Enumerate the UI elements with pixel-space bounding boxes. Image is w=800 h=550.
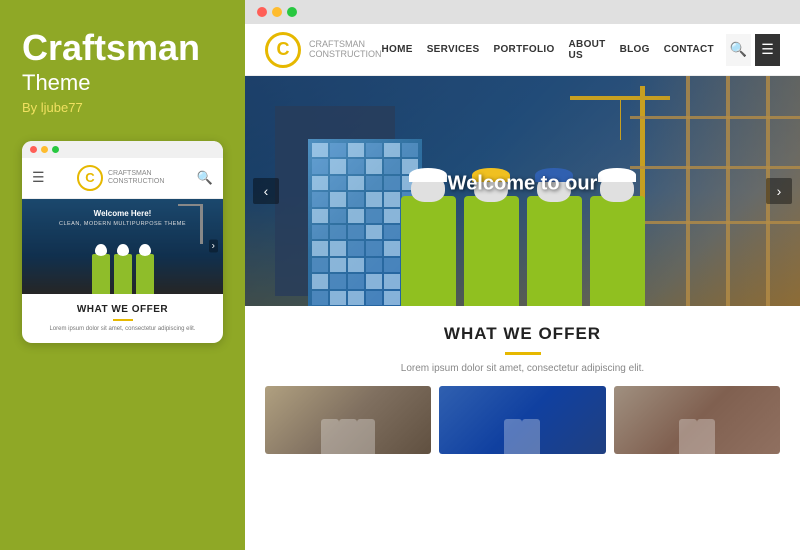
card-person-7 bbox=[697, 419, 715, 454]
hero-worker-4 bbox=[590, 196, 645, 306]
hero-worker-2 bbox=[464, 196, 519, 306]
browser-dot-red bbox=[257, 7, 267, 17]
dot-yellow bbox=[41, 146, 48, 153]
mobile-hero-subtext: CLEAN, MODERN MULTIPURPOSE THEME bbox=[22, 221, 223, 227]
mobile-offer-text: Lorem ipsum dolor sit amet, consectetur … bbox=[32, 325, 213, 333]
browser-dot-yellow bbox=[272, 7, 282, 17]
nav-item-services[interactable]: SERVICES bbox=[427, 44, 480, 55]
offer-card-3 bbox=[614, 386, 780, 454]
hero-arrow-left[interactable]: ‹ bbox=[253, 178, 279, 204]
site-nav: C CRAFTSMAN CONSTRUCTION HOME SERVICES P… bbox=[245, 24, 800, 76]
offer-card-1 bbox=[265, 386, 431, 454]
mobile-worker-1 bbox=[92, 254, 110, 294]
nav-item-home[interactable]: HOME bbox=[382, 44, 413, 55]
mobile-hero: Welcome Here! CLEAN, MODERN MULTIPURPOSE… bbox=[22, 199, 223, 294]
site-offer-section: WHAT WE OFFER Lorem ipsum dolor sit amet… bbox=[245, 306, 800, 386]
website-preview: C CRAFTSMAN CONSTRUCTION HOME SERVICES P… bbox=[245, 24, 800, 550]
site-logo: C CRAFTSMAN CONSTRUCTION bbox=[265, 32, 382, 68]
mobile-preview-card: ☰ C CRAFTSMAN CONSTRUCTION 🔍 Welcome Her… bbox=[22, 141, 223, 343]
left-panel: Craftsman Theme By ljube77 ☰ C CRAFTSMAN… bbox=[0, 0, 245, 550]
card-1-people bbox=[265, 414, 431, 454]
offer-card-2 bbox=[439, 386, 605, 454]
mobile-logo: C CRAFTSMAN CONSTRUCTION bbox=[77, 165, 164, 191]
site-logo-text: CRAFTSMAN CONSTRUCTION bbox=[309, 40, 382, 60]
mobile-card-titlebar bbox=[22, 141, 223, 158]
hero-text-overlay: Welcome to our bbox=[245, 173, 800, 196]
hero-welcome-text: Welcome to our bbox=[245, 173, 800, 196]
mobile-hero-text: Welcome Here! bbox=[22, 209, 223, 218]
mobile-logo-text: CRAFTSMAN CONSTRUCTION bbox=[108, 170, 164, 185]
theme-title: Craftsman bbox=[22, 28, 223, 68]
browser-dot-green bbox=[287, 7, 297, 17]
crane-cable bbox=[620, 100, 621, 140]
card-person-5 bbox=[522, 419, 540, 454]
card-person-6 bbox=[679, 419, 697, 454]
mobile-offer-divider bbox=[113, 319, 133, 321]
dot-green bbox=[52, 146, 59, 153]
nav-item-blog[interactable]: BLOG bbox=[620, 44, 650, 55]
offer-title: WHAT WE OFFER bbox=[265, 324, 780, 344]
card-person-4 bbox=[504, 419, 522, 454]
card-3-people bbox=[614, 414, 780, 454]
mobile-logo-circle: C bbox=[77, 165, 103, 191]
right-panel: C CRAFTSMAN CONSTRUCTION HOME SERVICES P… bbox=[245, 0, 800, 550]
scaffold-bar-1 bbox=[630, 116, 800, 119]
nav-item-contact[interactable]: CONTACT bbox=[664, 44, 714, 55]
dot-red bbox=[30, 146, 37, 153]
mobile-offer-title: WHAT WE OFFER bbox=[32, 304, 213, 315]
offer-description: Lorem ipsum dolor sit amet, consectetur … bbox=[265, 363, 780, 374]
mobile-search-icon[interactable]: 🔍 bbox=[197, 170, 213, 186]
mobile-worker-3 bbox=[136, 254, 154, 294]
mobile-worker-2 bbox=[114, 254, 132, 294]
site-menu-button[interactable]: ☰ bbox=[755, 34, 780, 66]
theme-info: Craftsman Theme By ljube77 bbox=[22, 28, 223, 115]
card-2-people bbox=[439, 414, 605, 454]
theme-author: By ljube77 bbox=[22, 100, 223, 115]
nav-item-portfolio[interactable]: PORTFOLIO bbox=[494, 44, 555, 55]
hamburger-icon[interactable]: ☰ bbox=[32, 169, 45, 186]
hero-arrow-right[interactable]: › bbox=[766, 178, 792, 204]
site-search-button[interactable]: 🔍 bbox=[726, 34, 751, 66]
mobile-workers bbox=[22, 244, 223, 294]
hero-worker-1 bbox=[401, 196, 456, 306]
hero-worker-3 bbox=[527, 196, 582, 306]
theme-subtitle: Theme bbox=[22, 70, 223, 96]
mobile-hero-arrow[interactable]: › bbox=[209, 240, 218, 253]
browser-titlebar bbox=[245, 0, 800, 24]
mobile-offer-section: WHAT WE OFFER Lorem ipsum dolor sit amet… bbox=[22, 294, 223, 343]
offer-divider bbox=[505, 352, 541, 355]
site-nav-links: HOME SERVICES PORTFOLIO ABOUT US BLOG CO… bbox=[382, 39, 714, 61]
site-hero: Welcome to our ‹ › bbox=[245, 76, 800, 306]
card-person-3 bbox=[357, 419, 375, 454]
card-person-1 bbox=[321, 419, 339, 454]
card-person-2 bbox=[339, 419, 357, 454]
site-logo-circle: C bbox=[265, 32, 301, 68]
mobile-nav: ☰ C CRAFTSMAN CONSTRUCTION 🔍 bbox=[22, 158, 223, 199]
nav-item-about[interactable]: ABOUT US bbox=[569, 39, 606, 61]
offer-cards bbox=[245, 386, 800, 464]
